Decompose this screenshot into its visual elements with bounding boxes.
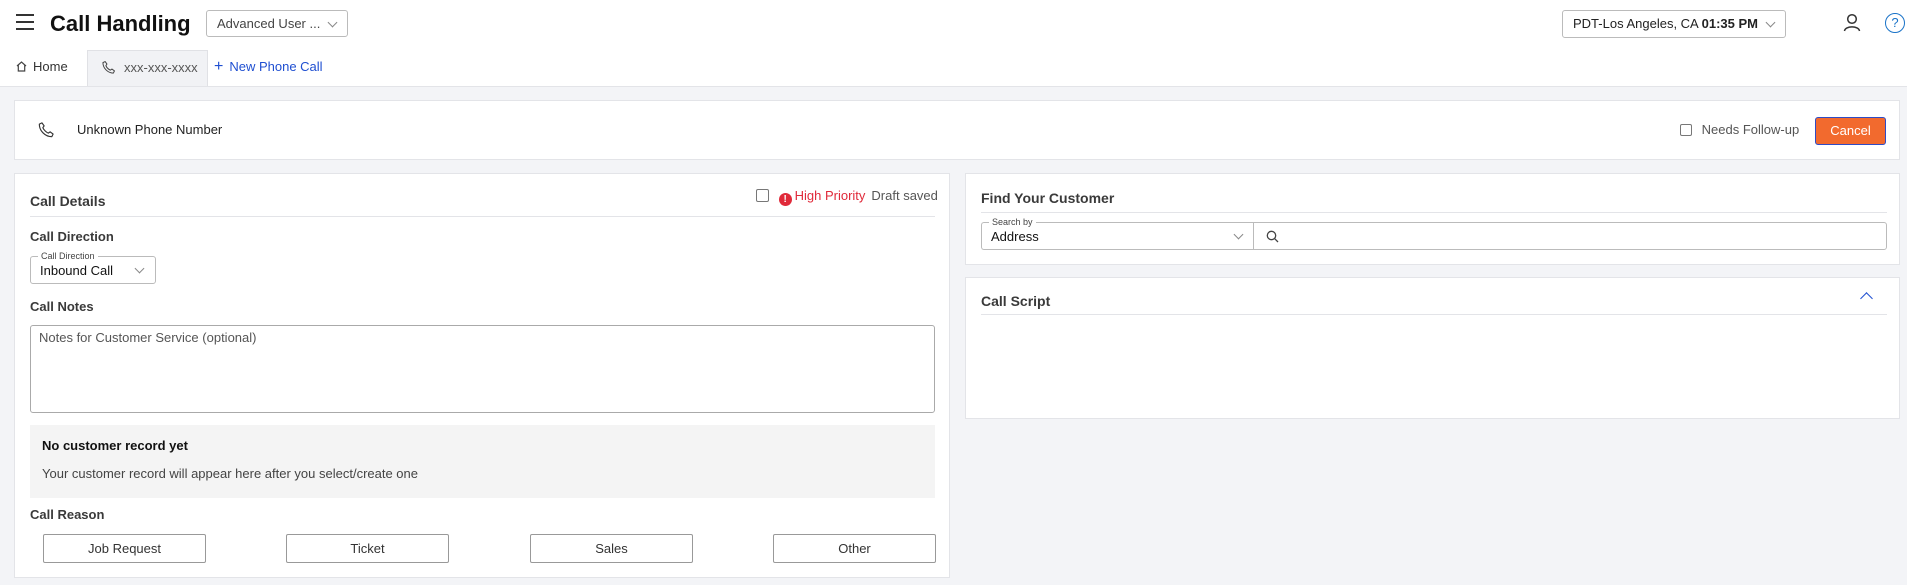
- plus-icon: +: [214, 58, 224, 75]
- chevron-down-icon: [1765, 17, 1776, 28]
- draft-status: Draft saved: [871, 188, 938, 203]
- call-details-card: Call Details ! High Priority Draft saved C…: [14, 173, 950, 578]
- call-reason-heading: Call Reason: [30, 507, 105, 522]
- tab-phone-label: xxx-xxx-xxxx: [124, 60, 198, 75]
- new-phone-call-link[interactable]: + New Phone Call: [214, 48, 323, 86]
- role-select[interactable]: Advanced User ...: [206, 10, 348, 37]
- search-by-label: Search by: [989, 217, 1036, 227]
- top-bar: Call Handling Advanced User ... PDT-Los …: [0, 0, 1907, 48]
- no-record-description: Your customer record will appear here af…: [42, 466, 418, 481]
- needs-followup-label: Needs Follow-up: [1701, 122, 1800, 137]
- high-priority-checkbox[interactable]: [756, 189, 769, 202]
- divider: [30, 216, 935, 217]
- search-by-select[interactable]: Search by Address: [981, 217, 1254, 250]
- role-select-value: Advanced User ...: [217, 16, 321, 31]
- tab-home-label: Home: [33, 59, 68, 74]
- reason-job-request-button[interactable]: Job Request: [43, 534, 206, 563]
- help-icon[interactable]: ?: [1885, 13, 1905, 33]
- page-title: Call Handling: [50, 11, 191, 36]
- find-customer-card: Find Your Customer Search by Address: [965, 173, 1900, 265]
- new-phone-call-label: New Phone Call: [229, 59, 323, 74]
- timezone-select[interactable]: PDT-Los Angeles, CA 01:35 PM: [1562, 10, 1786, 38]
- chevron-down-icon: [1233, 229, 1244, 240]
- high-priority-label: High Priority: [794, 188, 866, 203]
- caller-phone-number: Unknown Phone Number: [77, 122, 223, 137]
- needs-followup-toggle[interactable]: Needs Follow-up: [1680, 122, 1799, 137]
- current-time: 01:35 PM: [1701, 16, 1759, 31]
- reason-other-button[interactable]: Other: [773, 534, 936, 563]
- chevron-down-icon: [327, 17, 338, 28]
- divider: [981, 314, 1887, 315]
- alert-icon: !: [778, 193, 792, 206]
- chevron-down-icon: [134, 263, 145, 274]
- call-direction-label: Call Direction: [38, 251, 98, 261]
- customer-record-placeholder: No customer record yet Your customer rec…: [30, 425, 935, 498]
- search-by-value: Address: [991, 229, 1039, 244]
- no-record-title: No customer record yet: [42, 438, 188, 453]
- call-direction-heading: Call Direction: [30, 229, 114, 244]
- customer-search-input[interactable]: [1253, 222, 1887, 250]
- divider: [981, 212, 1887, 213]
- call-script-card: Call Script: [965, 277, 1900, 419]
- menu-icon[interactable]: [16, 14, 34, 30]
- phone-icon: [38, 122, 54, 138]
- call-direction-select[interactable]: Call Direction Inbound Call: [30, 251, 156, 284]
- timezone-value: PDT-Los Angeles, CA: [1573, 16, 1699, 31]
- cancel-button[interactable]: Cancel: [1815, 117, 1886, 145]
- reason-sales-button[interactable]: Sales: [530, 534, 693, 563]
- search-icon: [1266, 230, 1279, 243]
- chevron-up-icon[interactable]: [1860, 292, 1873, 305]
- call-notes-heading: Call Notes: [30, 299, 94, 314]
- call-script-title: Call Script: [981, 293, 1051, 309]
- call-notes-textarea[interactable]: Notes for Customer Service (optional): [30, 325, 935, 413]
- call-direction-value: Inbound Call: [40, 263, 113, 278]
- high-priority-toggle[interactable]: ! High Priority Draft saved: [756, 188, 938, 206]
- needs-followup-checkbox[interactable]: [1680, 124, 1692, 136]
- tab-home[interactable]: Home: [16, 48, 68, 86]
- phone-icon: [102, 61, 115, 74]
- find-customer-title: Find Your Customer: [981, 190, 1115, 206]
- home-icon: [16, 61, 27, 72]
- user-icon[interactable]: [1843, 13, 1861, 32]
- reason-ticket-button[interactable]: Ticket: [286, 534, 449, 563]
- call-details-title: Call Details: [30, 193, 106, 209]
- tab-phone-call[interactable]: xxx-xxx-xxxx: [87, 50, 208, 86]
- tab-bar: Home xxx-xxx-xxxx + New Phone Call: [0, 48, 1907, 87]
- call-header-card: Unknown Phone Number Needs Follow-up Can…: [14, 100, 1900, 160]
